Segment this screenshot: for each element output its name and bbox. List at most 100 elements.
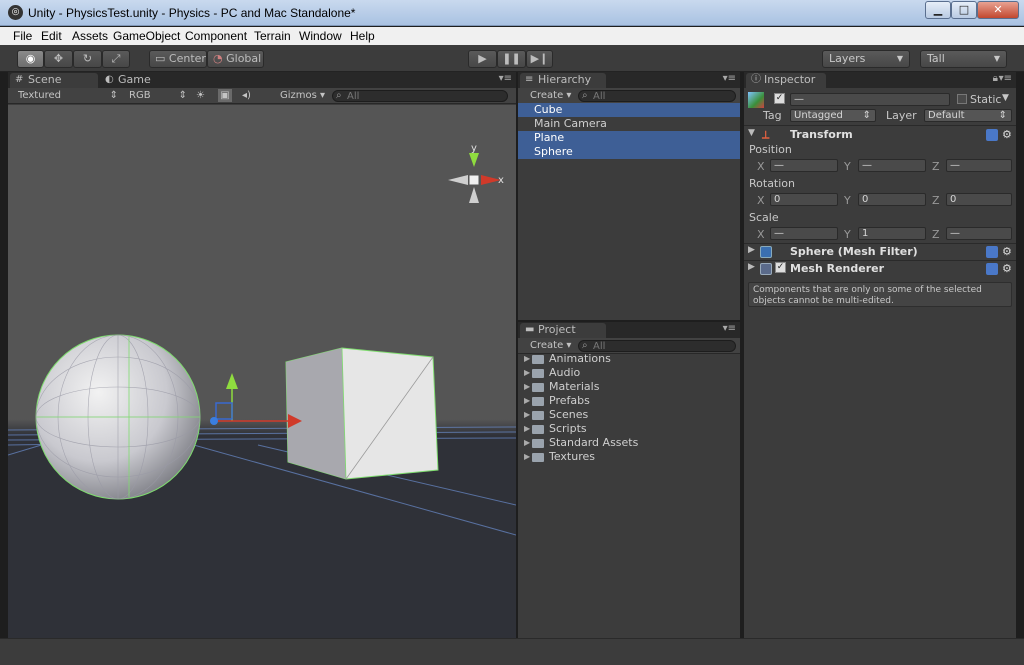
rotation-x-field[interactable]: 0 <box>770 193 838 206</box>
sphere-object[interactable] <box>35 334 201 500</box>
step-button[interactable]: ▶❙ <box>526 50 553 68</box>
chevron-down-icon[interactable]: ▼ <box>1002 93 1009 103</box>
menu-file[interactable]: File <box>13 29 32 43</box>
project-folder-animations[interactable]: ▶ Animations <box>518 352 740 366</box>
view-tool-button[interactable]: ◉ <box>17 50 44 68</box>
expand-arrow-icon[interactable]: ▶ <box>524 436 530 450</box>
expand-arrow-icon[interactable]: ▶ <box>524 352 530 366</box>
menu-help[interactable]: Help <box>350 29 375 43</box>
audio-icon[interactable]: ◂) <box>242 89 256 102</box>
gizmos-dropdown[interactable]: Gizmos ▾ <box>280 89 328 102</box>
mesh-renderer-component-header[interactable]: ▶ ✓ Mesh Renderer ⚙ <box>748 262 1014 277</box>
project-folder-textures[interactable]: ▶ Textures <box>518 450 740 464</box>
scene-viewport[interactable]: y x <box>8 105 516 638</box>
project-search-input[interactable]: All <box>578 340 736 352</box>
help-book-icon[interactable] <box>986 246 998 258</box>
hierarchy-item-sphere[interactable]: Sphere <box>518 145 740 159</box>
move-tool-button[interactable]: ✥ <box>44 50 73 68</box>
tab-scene[interactable]: # Scene <box>10 73 98 88</box>
hierarchy-item-plane[interactable]: Plane <box>518 131 740 145</box>
object-name-field[interactable]: — <box>790 93 950 106</box>
layer-dropdown[interactable]: Default ⇕ <box>924 109 1012 122</box>
rotation-y-field[interactable]: 0 <box>858 193 926 206</box>
layers-dropdown[interactable]: Layers ▼ <box>822 50 910 68</box>
expand-arrow-icon[interactable]: ▶ <box>524 394 530 408</box>
transform-component-header[interactable]: ▼ ⟂ Transform ⚙ <box>748 128 1014 143</box>
tab-inspector[interactable]: ⓘ Inspector <box>746 73 826 88</box>
expand-arrow-icon[interactable]: ▶ <box>524 450 530 464</box>
pause-button[interactable]: ❚❚ <box>497 50 526 68</box>
image-effects-icon[interactable]: ▣ <box>218 89 232 102</box>
scale-z-field[interactable]: — <box>946 227 1012 240</box>
expand-arrow-icon[interactable]: ▶ <box>524 422 530 436</box>
expand-arrow-icon[interactable]: ▶ <box>524 408 530 422</box>
project-folder-materials[interactable]: ▶ Materials <box>518 380 740 394</box>
position-z-field[interactable]: — <box>946 159 1012 172</box>
orientation-gizmo[interactable]: y x <box>448 143 504 203</box>
panel-menu-icon[interactable]: ▾≡ <box>723 73 736 84</box>
project-folder-scenes[interactable]: ▶ Scenes <box>518 408 740 422</box>
scale-tool-button[interactable]: ⤢ <box>102 50 130 68</box>
scene-search-input[interactable]: All <box>332 90 508 102</box>
tab-game[interactable]: ◐ Game <box>100 73 170 88</box>
hierarchy-item-main-camera[interactable]: Main Camera <box>518 117 740 131</box>
render-mode-dropdown[interactable]: Textured ⇕ <box>18 89 118 102</box>
position-y-field[interactable]: — <box>858 159 926 172</box>
help-book-icon[interactable] <box>986 263 998 275</box>
mesh-filter-component-header[interactable]: ▶ Sphere (Mesh Filter) ⚙ <box>748 245 1014 260</box>
menu-window[interactable]: Window <box>299 29 342 43</box>
project-create-button[interactable]: Create ▾ <box>530 339 574 352</box>
gear-icon[interactable]: ⚙ <box>1002 128 1012 141</box>
hierarchy-search-input[interactable]: All <box>578 90 736 102</box>
close-button[interactable]: ✕ <box>977 1 1019 19</box>
menu-component[interactable]: Component <box>185 29 247 43</box>
lighting-icon[interactable]: ☀ <box>196 89 210 102</box>
maximize-button[interactable]: □ <box>951 1 977 19</box>
menu-assets[interactable]: Assets <box>72 29 108 43</box>
help-book-icon[interactable] <box>986 129 998 141</box>
mesh-renderer-enabled-checkbox[interactable]: ✓ <box>775 262 786 273</box>
gear-icon[interactable]: ⚙ <box>1002 245 1012 258</box>
project-folder-standard-assets[interactable]: ▶ Standard Assets <box>518 436 740 450</box>
layout-dropdown[interactable]: Tall ▼ <box>920 50 1007 68</box>
cube-object[interactable] <box>285 347 439 480</box>
project-folder-prefabs[interactable]: ▶ Prefabs <box>518 394 740 408</box>
expand-arrow-icon[interactable]: ▶ <box>748 245 755 255</box>
panel-menu-icon[interactable]: ▾≡ <box>499 73 512 84</box>
updown-arrows-icon: ⇕ <box>109 90 118 101</box>
lock-icon[interactable]: 🔒︎ <box>993 73 998 84</box>
position-y-label: Y <box>844 160 851 173</box>
static-checkbox[interactable] <box>957 94 967 104</box>
tab-project[interactable]: ▬ Project <box>520 323 606 338</box>
pivot-center-button[interactable]: ▭ Center <box>149 50 207 68</box>
project-folder-audio[interactable]: ▶ Audio <box>518 366 740 380</box>
menu-edit[interactable]: Edit <box>41 29 62 43</box>
scene-render[interactable]: y x <box>8 105 516 638</box>
hierarchy-create-button[interactable]: Create ▾ <box>530 89 574 102</box>
panel-menu-icon[interactable]: ▾≡ <box>999 73 1012 84</box>
expand-arrow-icon[interactable]: ▶ <box>524 380 530 394</box>
project-folder-scripts[interactable]: ▶ Scripts <box>518 422 740 436</box>
active-checkbox[interactable]: ✓ <box>774 93 785 104</box>
rotate-tool-button[interactable]: ↻ <box>73 50 102 68</box>
minimize-button[interactable]: ▁ <box>925 1 951 19</box>
tag-dropdown[interactable]: Untagged ⇕ <box>790 109 876 122</box>
tab-hierarchy[interactable]: ≡ Hierarchy <box>520 73 606 88</box>
static-label: Static <box>970 93 1002 106</box>
gizmos-label: Gizmos <box>280 90 317 101</box>
menu-gameobject[interactable]: GameObject <box>113 29 180 43</box>
gear-icon[interactable]: ⚙ <box>1002 262 1012 275</box>
play-button[interactable]: ▶ <box>468 50 497 68</box>
scale-y-field[interactable]: 1 <box>858 227 926 240</box>
expand-arrow-icon[interactable]: ▶ <box>748 262 755 272</box>
menu-terrain[interactable]: Terrain <box>254 29 291 43</box>
position-x-field[interactable]: — <box>770 159 838 172</box>
rotation-z-field[interactable]: 0 <box>946 193 1012 206</box>
collapse-arrow-icon[interactable]: ▼ <box>748 128 755 138</box>
hierarchy-item-cube[interactable]: Cube <box>518 103 740 117</box>
global-space-button[interactable]: ◔ Global <box>207 50 264 68</box>
color-mode-dropdown[interactable]: RGB ⇕ <box>129 89 187 102</box>
panel-menu-icon[interactable]: ▾≡ <box>723 323 736 334</box>
scale-x-field[interactable]: — <box>770 227 838 240</box>
expand-arrow-icon[interactable]: ▶ <box>524 366 530 380</box>
